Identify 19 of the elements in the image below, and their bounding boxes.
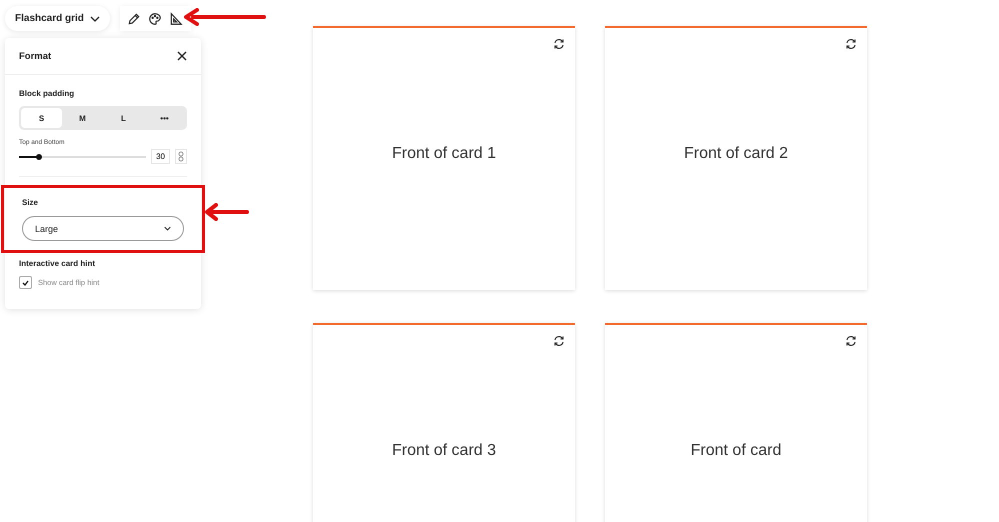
section-label: Block padding (19, 89, 76, 98)
value-field[interactable]: 30 (151, 149, 170, 164)
card-text: Front of card 1 (392, 145, 496, 163)
card-text: Front of card 2 (684, 145, 788, 163)
padding-option[interactable]: S (21, 108, 62, 128)
card-text: Front of card (690, 442, 782, 460)
flashcard[interactable]: Front of card 2 (605, 26, 867, 290)
card-text: Front of card 3 (392, 442, 496, 460)
flashcard[interactable]: Front of card 1 (313, 26, 575, 290)
padding-option[interactable]: L (103, 108, 144, 128)
flashcard[interactable]: Front of card (605, 323, 867, 522)
padding-option[interactable]: ••• (144, 108, 185, 128)
panel-title: Format (19, 50, 52, 62)
section-label: Size (22, 198, 40, 207)
flashcard[interactable]: Front of card 3 (313, 323, 575, 522)
size-dropdown[interactable]: Large (22, 216, 184, 241)
block-type-dropdown[interactable]: Flashcard grid (5, 6, 110, 31)
section-label: Interactive card hint (19, 259, 96, 268)
padding-option[interactable]: M (62, 108, 103, 128)
